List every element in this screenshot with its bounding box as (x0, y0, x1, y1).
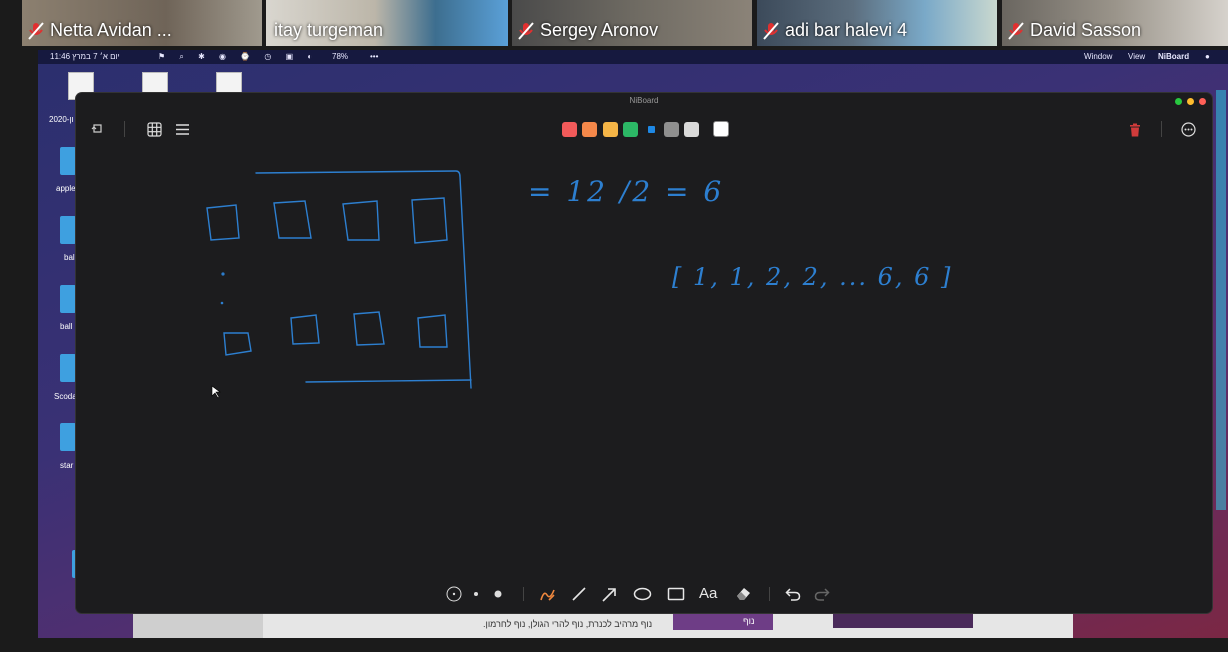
divider (769, 587, 770, 601)
text-tool-button[interactable]: Aa (699, 585, 717, 602)
brush-size-medium[interactable] (472, 590, 480, 598)
participant-tile[interactable]: adi bar halevi 4 (757, 0, 997, 46)
grid-icon[interactable] (147, 122, 162, 137)
menu-app[interactable]: NiBoard (1158, 52, 1189, 61)
color-swatch-yellow[interactable] (603, 122, 618, 137)
close-button[interactable] (1199, 98, 1206, 105)
menu-lines-icon[interactable] (175, 123, 190, 136)
divider (124, 121, 125, 137)
participant-name: itay turgeman (274, 20, 384, 40)
niboard-window: NiBoard = 12 /2 = 6 [ 1, 1, 2, 2, ... 6,… (76, 93, 1212, 613)
handwritten-grid-drawing (206, 170, 472, 389)
mac-menubar: 11:46 יום א׳ 7 במרץ ⚑ ⌕ ✱ ◉ ⌚ ◷ ▣ ◐ 78% … (38, 50, 1228, 64)
color-swatch-light-gray[interactable] (684, 122, 699, 137)
participant-tile[interactable]: Sergey Aronov (512, 0, 752, 46)
participant-name: David Sasson (1030, 20, 1142, 40)
rotate-icon[interactable] (91, 122, 105, 136)
muted-mic-icon (763, 22, 779, 40)
line-tool-icon[interactable] (571, 586, 587, 602)
handwritten-equation: = 12 /2 = 6 (528, 175, 725, 208)
folder-icon[interactable] (60, 147, 76, 175)
color-swatch-green[interactable] (623, 122, 638, 137)
muted-mic-icon (518, 22, 534, 40)
window-title: NiBoard (629, 96, 659, 105)
minimize-button[interactable] (1187, 98, 1194, 105)
color-swatch-gray[interactable] (664, 122, 679, 137)
background-tab: נוף (673, 614, 773, 630)
participant-name: Sergey Aronov (540, 20, 659, 40)
desktop-icon-label: star (60, 461, 74, 470)
folder-icon[interactable] (60, 216, 76, 244)
color-swatch-orange[interactable] (582, 122, 597, 137)
more-icon: ••• (370, 52, 379, 61)
rectangle-tool-icon[interactable] (667, 587, 685, 601)
menubar-clock: 11:46 יום א׳ 7 במרץ (50, 52, 120, 61)
background-panel (833, 614, 973, 628)
brush-size-small-selected[interactable] (446, 586, 462, 602)
muted-mic-icon (1008, 22, 1024, 40)
background-page-strip: נוף מרהיב לכנרת, נוף להרי הגולן, נוף לחר… (133, 614, 1073, 638)
undo-icon[interactable] (785, 587, 801, 601)
menu-window[interactable]: Window (1084, 52, 1112, 61)
folder-icon[interactable] (60, 354, 76, 382)
mouse-cursor-icon (211, 385, 221, 399)
participant-name: adi bar halevi 4 (785, 20, 908, 40)
desktop-icon-label: bal (64, 253, 75, 262)
desktop-icon-label: apple (56, 184, 76, 193)
redo-icon[interactable] (814, 587, 830, 601)
battery-level: 78% (332, 52, 349, 61)
desktop-icon-label: 2020-ון (49, 115, 74, 124)
participant-name: Netta Avidan ... (50, 20, 172, 40)
background-panel (133, 614, 263, 638)
menubar-status-icons: ⚑ ⌕ ✱ ◉ ⌚ ◷ ▣ ◐ (158, 52, 319, 61)
folder-icon[interactable] (60, 285, 76, 313)
zoom-button[interactable] (1175, 98, 1182, 105)
more-options-icon[interactable] (1181, 122, 1196, 137)
pen-tool-icon[interactable] (539, 586, 556, 603)
desktop-icon-label: Scoda (54, 392, 77, 401)
eraser-tool-icon[interactable] (735, 585, 752, 602)
background-tab-label: נוף (743, 616, 755, 626)
participant-tile[interactable]: David Sasson (1002, 0, 1228, 46)
color-swatch-blue-selected[interactable] (648, 126, 655, 133)
divider (1161, 121, 1162, 137)
folder-icon[interactable] (60, 423, 76, 451)
whiteboard-canvas[interactable] (76, 153, 1212, 593)
menu-view[interactable]: View (1128, 52, 1145, 61)
color-swatch-white[interactable] (713, 121, 729, 137)
desktop-edge (1216, 90, 1226, 510)
divider (523, 587, 524, 601)
brush-size-large[interactable] (492, 588, 504, 600)
background-text: נוף מרהיב לכנרת, נוף להרי הגולן, נוף לחר… (483, 619, 653, 629)
apple-icon[interactable]: ● (1205, 52, 1210, 61)
color-swatch-red[interactable] (562, 122, 577, 137)
trash-icon[interactable] (1129, 123, 1141, 137)
participant-tile[interactable]: Netta Avidan ... (22, 0, 262, 46)
handwritten-set: [ 1, 1, 2, 2, ... 6, 6 ] (672, 263, 953, 291)
muted-mic-icon (28, 22, 44, 40)
participant-tile-active[interactable]: itay turgeman (266, 0, 508, 46)
arrow-tool-icon[interactable] (601, 586, 618, 603)
desktop-icon-label: ball (60, 322, 73, 331)
ellipse-tool-icon[interactable] (633, 587, 652, 601)
